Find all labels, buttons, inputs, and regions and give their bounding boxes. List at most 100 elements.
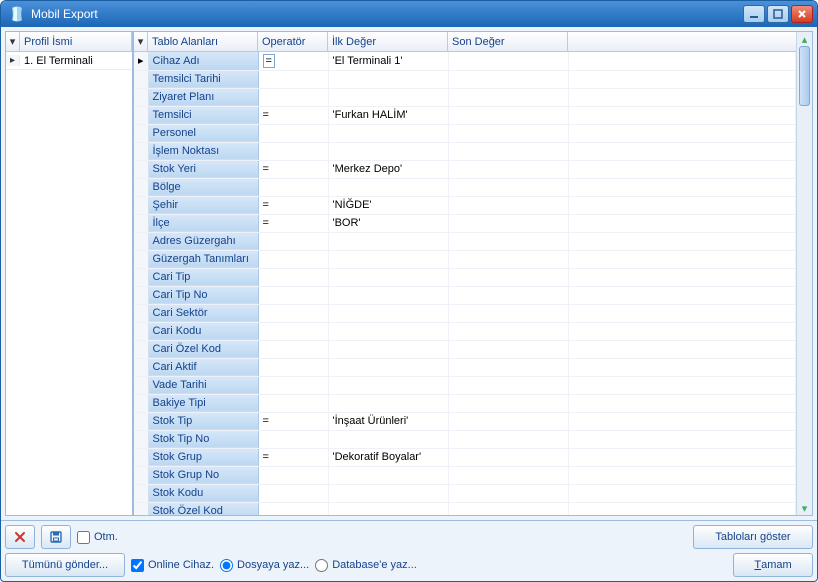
first-value-cell[interactable]: 'El Terminali 1' (328, 52, 448, 70)
operator-cell[interactable]: = (258, 196, 328, 214)
table-row[interactable]: Cari Tip (134, 268, 796, 286)
last-value-cell[interactable] (448, 376, 568, 394)
write-db-radio[interactable]: Database'e yaz... (315, 559, 417, 572)
field-cell[interactable]: Bakiye Tipi (148, 394, 258, 412)
online-device-checkbox[interactable]: Online Cihaz. (131, 559, 214, 572)
table-row[interactable]: Vade Tarihi (134, 376, 796, 394)
field-cell[interactable]: Stok Grup (148, 448, 258, 466)
field-cell[interactable]: İlçe (148, 214, 258, 232)
last-value-cell[interactable] (448, 358, 568, 376)
last-value-cell[interactable] (448, 268, 568, 286)
first-value-cell[interactable] (328, 430, 448, 448)
field-cell[interactable]: İşlem Noktası (148, 142, 258, 160)
field-cell[interactable]: Bölge (148, 178, 258, 196)
field-cell[interactable]: Adres Güzergahı (148, 232, 258, 250)
field-cell[interactable]: Cari Tip No (148, 286, 258, 304)
field-cell[interactable]: Vade Tarihi (148, 376, 258, 394)
table-row[interactable]: Bakiye Tipi (134, 394, 796, 412)
operator-cell[interactable]: = (258, 214, 328, 232)
first-value-cell[interactable]: 'Dekoratif Boyalar' (328, 448, 448, 466)
last-value-cell[interactable] (448, 160, 568, 178)
table-row[interactable]: Stok Kodu (134, 484, 796, 502)
table-row[interactable]: Şehir='NİĞDE' (134, 196, 796, 214)
first-value-cell[interactable] (328, 394, 448, 412)
operator-cell[interactable] (258, 286, 328, 304)
first-value-cell[interactable]: 'İnşaat Ürünleri' (328, 412, 448, 430)
operator-cell[interactable]: = (258, 160, 328, 178)
first-value-cell[interactable]: 'Merkez Depo' (328, 160, 448, 178)
operator-cell[interactable] (258, 250, 328, 268)
first-value-cell[interactable] (328, 142, 448, 160)
col-operator[interactable]: Operatör (258, 32, 328, 51)
table-row[interactable]: Stok Tip No (134, 430, 796, 448)
table-row[interactable]: Stok Tip='İnşaat Ürünleri' (134, 412, 796, 430)
col-last[interactable]: Son Değer (448, 32, 568, 51)
maximize-button[interactable] (767, 5, 789, 23)
operator-cell[interactable] (258, 88, 328, 106)
operator-cell[interactable] (258, 358, 328, 376)
operator-cell[interactable] (258, 178, 328, 196)
table-row[interactable]: Personel (134, 124, 796, 142)
col-first[interactable]: İlk Değer (328, 32, 448, 51)
close-button[interactable] (791, 5, 813, 23)
operator-cell[interactable]: = (258, 106, 328, 124)
field-cell[interactable]: Temsilci Tarihi (148, 70, 258, 88)
last-value-cell[interactable] (448, 484, 568, 502)
field-cell[interactable]: Cari Kodu (148, 322, 258, 340)
first-value-cell[interactable] (328, 340, 448, 358)
first-value-cell[interactable] (328, 124, 448, 142)
first-value-cell[interactable] (328, 250, 448, 268)
last-value-cell[interactable] (448, 70, 568, 88)
last-value-cell[interactable] (448, 52, 568, 70)
last-value-cell[interactable] (448, 250, 568, 268)
last-value-cell[interactable] (448, 196, 568, 214)
field-cell[interactable]: Stok Özel Kod (148, 502, 258, 515)
table-row[interactable]: Cari Aktif (134, 358, 796, 376)
last-value-cell[interactable] (448, 304, 568, 322)
first-value-cell[interactable] (328, 88, 448, 106)
last-value-cell[interactable] (448, 88, 568, 106)
last-value-cell[interactable] (448, 502, 568, 515)
operator-cell[interactable] (258, 394, 328, 412)
operator-cell[interactable] (258, 340, 328, 358)
field-cell[interactable]: Güzergah Tanımları (148, 250, 258, 268)
first-value-cell[interactable] (328, 304, 448, 322)
write-file-radio[interactable]: Dosyaya yaz... (220, 559, 309, 572)
first-value-cell[interactable] (328, 70, 448, 88)
table-row[interactable]: İlçe='BOR' (134, 214, 796, 232)
first-value-cell[interactable] (328, 376, 448, 394)
table-row[interactable]: Cari Özel Kod (134, 340, 796, 358)
table-row[interactable]: Cari Tip No (134, 286, 796, 304)
field-cell[interactable]: Stok Tip (148, 412, 258, 430)
field-cell[interactable]: Stok Kodu (148, 484, 258, 502)
last-value-cell[interactable] (448, 124, 568, 142)
operator-cell[interactable] (258, 304, 328, 322)
field-cell[interactable]: Personel (148, 124, 258, 142)
table-row[interactable]: Adres Güzergahı (134, 232, 796, 250)
table-row[interactable]: Stok Özel Kod (134, 502, 796, 515)
show-tables-button[interactable]: Tabloları göster (693, 525, 813, 549)
table-row[interactable]: Ziyaret Planı (134, 88, 796, 106)
scroll-down-icon[interactable]: ▾ (797, 501, 812, 515)
scroll-up-icon[interactable]: ▴ (797, 32, 812, 46)
table-row[interactable]: Bölge (134, 178, 796, 196)
profile-header[interactable]: Profil İsmi (20, 32, 132, 51)
first-value-cell[interactable] (328, 466, 448, 484)
last-value-cell[interactable] (448, 394, 568, 412)
otm-checkbox[interactable]: Otm. (77, 531, 118, 544)
operator-cell[interactable] (258, 124, 328, 142)
first-value-cell[interactable] (328, 502, 448, 515)
field-cell[interactable]: Cari Tip (148, 268, 258, 286)
table-row[interactable]: Stok Yeri='Merkez Depo' (134, 160, 796, 178)
last-value-cell[interactable] (448, 286, 568, 304)
scroll-thumb[interactable] (799, 46, 810, 106)
first-value-cell[interactable] (328, 358, 448, 376)
field-cell[interactable]: Cari Aktif (148, 358, 258, 376)
first-value-cell[interactable] (328, 268, 448, 286)
first-value-cell[interactable]: 'BOR' (328, 214, 448, 232)
dropdown-icon[interactable]: ▾ (134, 32, 148, 51)
table-row[interactable]: Stok Grup='Dekoratif Boyalar' (134, 448, 796, 466)
field-cell[interactable]: Stok Yeri (148, 160, 258, 178)
operator-cell[interactable] (258, 142, 328, 160)
last-value-cell[interactable] (448, 322, 568, 340)
